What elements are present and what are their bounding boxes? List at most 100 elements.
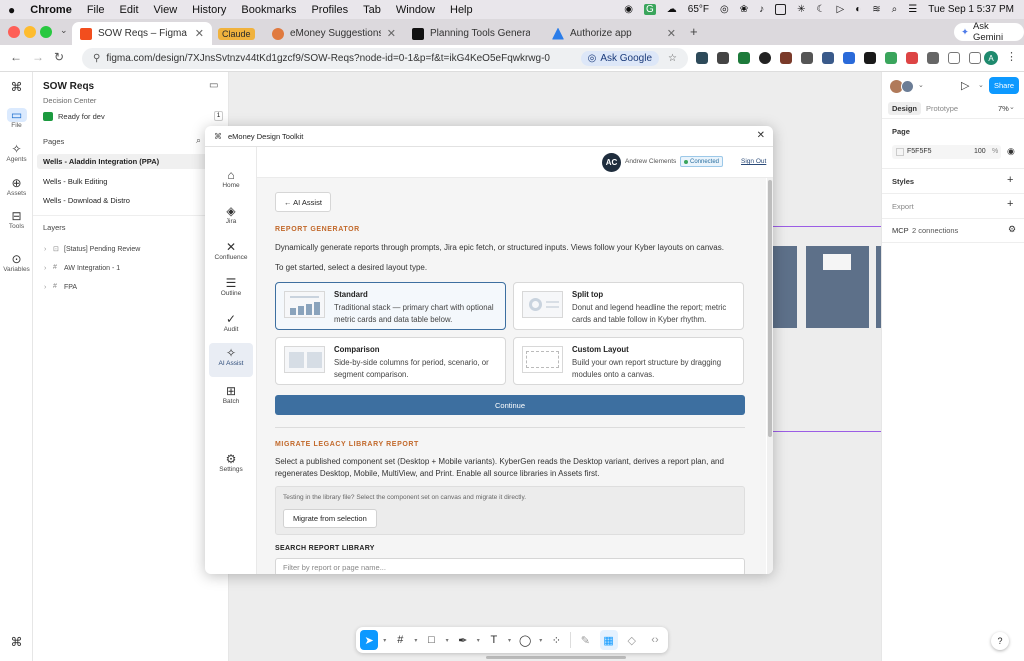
search-library-input[interactable]: Filter by report or page name... [275, 558, 745, 574]
apple-menu-icon[interactable]: ● [8, 3, 15, 17]
design-mode-icon[interactable]: ▦ [599, 630, 618, 650]
present-play-icon[interactable]: ▷ [961, 79, 969, 92]
menu-file[interactable]: File [87, 4, 105, 16]
control-center-icon[interactable]: ☰ [908, 4, 917, 15]
rail-variables-button[interactable]: ⊙ Variables [0, 252, 33, 273]
forward-icon[interactable]: → [32, 50, 44, 64]
page-opacity[interactable]: 100 [974, 148, 986, 155]
layer-item[interactable]: [Status] Pending Review [64, 246, 140, 253]
extension-icon[interactable] [780, 52, 792, 64]
visibility-eye-icon[interactable]: ◉ [1007, 146, 1015, 157]
extension-icon[interactable] [759, 52, 771, 64]
tab-authorize-app[interactable]: Authorize app ✕ [544, 22, 684, 45]
nav-home[interactable]: ⌂ Home [209, 165, 253, 197]
frame-tool-icon[interactable]: # [391, 630, 409, 650]
prototype-mode-icon[interactable]: ◇ [623, 630, 641, 650]
layer-item[interactable]: AW Integration - 1 [64, 265, 120, 272]
nav-ai-assist[interactable]: ✧ AI Assist [209, 343, 253, 377]
chevron-down-icon[interactable]: ⌄ [1009, 103, 1015, 111]
menu-chrome[interactable]: Chrome [30, 4, 72, 16]
side-panel-icon[interactable] [969, 52, 981, 64]
close-tab-icon[interactable]: ✕ [387, 27, 396, 40]
menu-history[interactable]: History [192, 4, 226, 16]
zoom-level[interactable]: 7% [998, 104, 1009, 113]
nav-settings[interactable]: ⚙ Settings [209, 449, 253, 481]
chevron-down-icon[interactable]: ⌄ [978, 81, 984, 89]
color-swatch[interactable] [896, 148, 904, 156]
tab-figma[interactable]: SOW Reqs – Figma ✕ [72, 22, 212, 45]
tab-planning-tools[interactable]: Planning Tools General - Mai [404, 22, 544, 45]
draw-mode-icon[interactable]: ✎ [576, 630, 594, 650]
close-tab-icon[interactable]: ✕ [667, 27, 676, 40]
layer-item[interactable]: FPA [64, 284, 77, 291]
tab-search-icon[interactable]: ⌄ [60, 25, 68, 36]
chevron-down-icon[interactable]: ▾ [414, 637, 417, 644]
chevron-down-icon[interactable]: ▾ [508, 637, 511, 644]
tab-design[interactable]: Design [888, 102, 922, 115]
nav-confluence[interactable]: ✕ Confluence [209, 237, 253, 269]
minimize-window-button[interactable] [24, 26, 36, 38]
pen-tool-icon[interactable]: ✒ [454, 630, 472, 650]
status-icon[interactable]: ❀ [740, 4, 748, 15]
mcp-connections[interactable]: 2 connections [912, 226, 958, 235]
site-info-icon[interactable]: ⚲ [93, 53, 100, 64]
rail-assets-button[interactable]: ⊕ Assets [0, 176, 33, 197]
help-icon[interactable]: ? [991, 632, 1009, 650]
search-icon[interactable]: ⌕ [196, 135, 201, 146]
move-tool-icon[interactable]: ➤ [360, 630, 379, 650]
menu-bookmarks[interactable]: Bookmarks [241, 4, 296, 16]
layer-expand-icon[interactable]: › [44, 246, 46, 253]
url-field[interactable]: ⚲ figma.com/design/7XJnsSvtnzv44tKd1gzcf… [82, 48, 688, 69]
dev-status-label[interactable]: Ready for dev [58, 112, 105, 121]
text-tool-icon[interactable]: T [485, 630, 503, 650]
menu-view[interactable]: View [154, 4, 178, 16]
mcp-settings-icon[interactable]: ⚙ [1008, 224, 1016, 235]
page-item[interactable]: Wells - Download & Distro [43, 196, 130, 205]
close-tab-icon[interactable]: ✕ [195, 27, 204, 40]
menu-tab[interactable]: Tab [363, 4, 381, 16]
close-icon[interactable]: ✕ [757, 130, 765, 141]
tab-emoney-suggestions[interactable]: eMoney Suggestions: Decisio ✕ [264, 22, 404, 45]
layout-card-custom[interactable]: Custom Layout Build your own report stru… [513, 337, 744, 385]
nav-batch[interactable]: ⊞ Batch [209, 381, 253, 413]
chevron-down-icon[interactable]: ▾ [477, 637, 480, 644]
play-icon[interactable]: ▷ [836, 4, 844, 15]
ask-gemini-button[interactable]: ✦ Ask Gemini [954, 21, 1024, 43]
nav-jira[interactable]: ◈ Jira [209, 201, 253, 233]
extension-icon[interactable] [927, 52, 939, 64]
notion-icon[interactable] [775, 4, 787, 15]
zoom-window-button[interactable] [40, 26, 52, 38]
rail-bottom-button[interactable]: ⌘ [0, 635, 33, 649]
rail-agents-button[interactable]: ✧ Agents [0, 142, 33, 163]
tab-prototype[interactable]: Prototype [926, 104, 958, 113]
collaborator-avatar[interactable] [901, 80, 914, 93]
nav-audit[interactable]: ✓ Audit [209, 309, 253, 341]
chevron-down-icon[interactable]: ▾ [446, 637, 449, 644]
status-icon[interactable]: ◉ [624, 4, 633, 15]
moon-icon[interactable]: ☾ [817, 4, 826, 15]
extension-icon[interactable] [822, 52, 834, 64]
layout-card-split-top[interactable]: Split top Donut and legend headline the … [513, 282, 744, 330]
menu-help[interactable]: Help [450, 4, 473, 16]
back-to-ai-assist-button[interactable]: ← AI Assist [275, 192, 331, 212]
close-window-button[interactable] [8, 26, 20, 38]
status-icon[interactable]: ♪ [759, 4, 764, 15]
search-icon[interactable]: ⌕ [892, 4, 898, 15]
extension-icon[interactable] [864, 52, 876, 64]
page-color-hex[interactable]: F5F5F5 [907, 148, 932, 155]
reload-icon[interactable]: ↻ [54, 50, 64, 64]
clock[interactable]: Tue Sep 1 5:37 PM [928, 4, 1014, 15]
add-export-icon[interactable]: + [1007, 198, 1013, 210]
page-item[interactable]: Wells - Aladdin Integration (PPA) [43, 157, 159, 166]
layout-card-comparison[interactable]: Comparison Side-by-side columns for peri… [275, 337, 506, 385]
extension-icon[interactable] [843, 52, 855, 64]
migrate-from-selection-button[interactable]: Migrate from selection [283, 509, 377, 528]
add-style-icon[interactable]: + [1007, 174, 1013, 186]
extension-icon[interactable] [801, 52, 813, 64]
menu-profiles[interactable]: Profiles [311, 4, 348, 16]
weather-temp[interactable]: 65°F [688, 4, 709, 15]
chevron-down-icon[interactable]: ▾ [539, 637, 542, 644]
status-icon[interactable]: ✳ [797, 4, 805, 15]
project-name[interactable]: Decision Center [43, 96, 96, 105]
continue-button[interactable]: Continue [275, 395, 745, 415]
